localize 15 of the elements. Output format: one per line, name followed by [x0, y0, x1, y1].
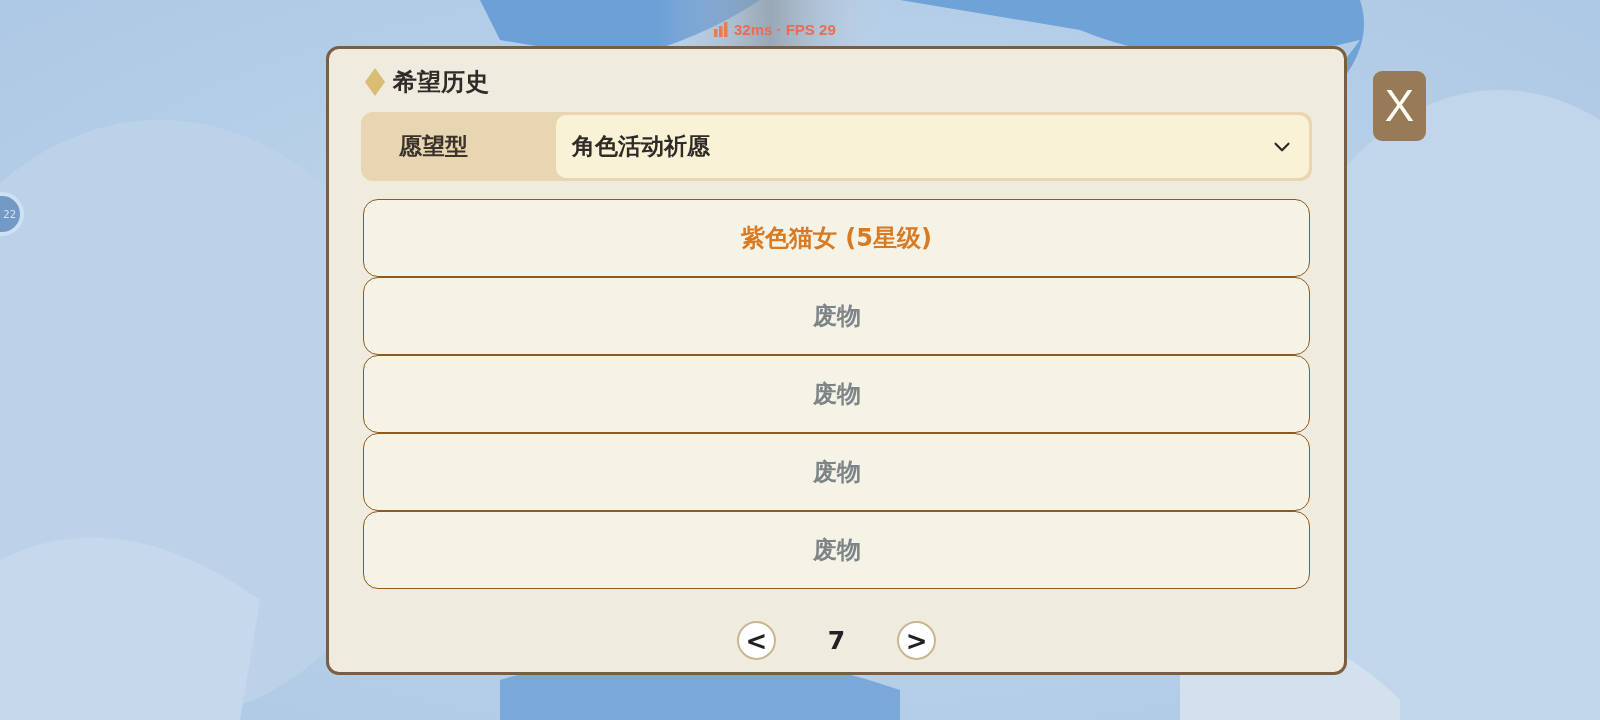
history-record: 废物 — [363, 433, 1310, 511]
previous-page-button[interactable]: < — [736, 621, 776, 660]
signal-icon — [714, 22, 728, 37]
close-button[interactable]: X — [1373, 71, 1426, 141]
history-record: 紫色猫女 (5星级) — [363, 199, 1310, 277]
page-number: 7 — [827, 626, 846, 655]
history-record: 废物 — [363, 511, 1310, 589]
diamond-icon — [365, 68, 385, 96]
next-page-button[interactable]: > — [897, 621, 937, 660]
history-record: 废物 — [363, 355, 1310, 433]
filter-label: 愿望型 — [398, 132, 469, 161]
wish-type-select[interactable]: 角色活动祈愿 — [556, 115, 1309, 178]
dialog-title: 希望历史 — [393, 67, 489, 98]
network-status-text: 32ms · FPS 29 — [734, 21, 836, 38]
history-record: 废物 — [363, 277, 1310, 355]
